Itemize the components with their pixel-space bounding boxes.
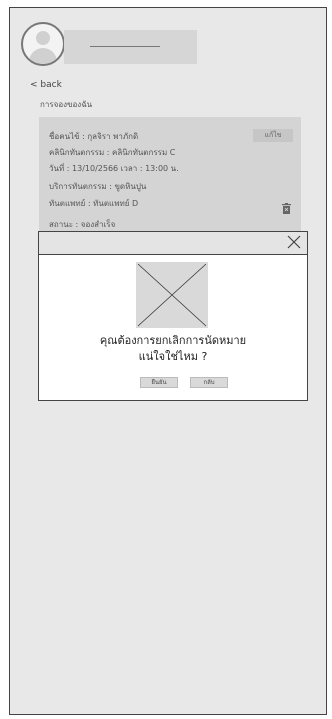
cancel-dialog: คุณต้องการยกเลิกการนัดหมาย แน่ใจใช่ไหม ?… bbox=[38, 231, 308, 401]
profile-name-box bbox=[64, 30, 197, 64]
confirm-message-line1: คุณต้องการยกเลิกการนัดหมาย bbox=[99, 334, 247, 347]
service-name: บริการทันตกรรม : ขูดหินปูน bbox=[49, 182, 147, 191]
close-icon[interactable] bbox=[287, 235, 301, 249]
patient-name: ชื่อคนไข้ : กุลจิรา พาภักดิ bbox=[49, 132, 139, 141]
image-placeholder-icon bbox=[136, 262, 208, 328]
trash-icon[interactable] bbox=[282, 203, 291, 214]
dialog-titlebar bbox=[39, 232, 307, 255]
page-title: การจองของฉัน bbox=[40, 100, 93, 109]
dentist-name: ทันตแพทย์ : ทันตแพทย์ D bbox=[49, 199, 139, 208]
confirm-button[interactable]: ยืนยัน bbox=[140, 377, 178, 388]
name-placeholder-line bbox=[90, 46, 160, 47]
booking-status: สถานะ : จองสำเร็จ bbox=[49, 220, 116, 229]
date-time: วันที่ : 13/10/2566 เวลา : 13:00 น. bbox=[49, 164, 179, 173]
clinic-name: คลินิกทันตกรรม : คลินิกทันตกรรม C bbox=[49, 148, 176, 157]
edit-button[interactable]: แก้ไข bbox=[253, 129, 293, 142]
confirm-message-line2: แน่ใจใช่ไหม ? bbox=[138, 350, 208, 363]
booking-card: แก้ไข ชื่อคนไข้ : กุลจิรา พาภักดิ คลินิก… bbox=[39, 117, 301, 232]
confirm-message: คุณต้องการยกเลิกการนัดหมาย แน่ใจใช่ไหม ? bbox=[39, 333, 307, 365]
back-button[interactable]: กลับ bbox=[190, 377, 228, 388]
avatar-icon[interactable] bbox=[21, 22, 65, 66]
back-link[interactable]: < back bbox=[30, 80, 62, 90]
